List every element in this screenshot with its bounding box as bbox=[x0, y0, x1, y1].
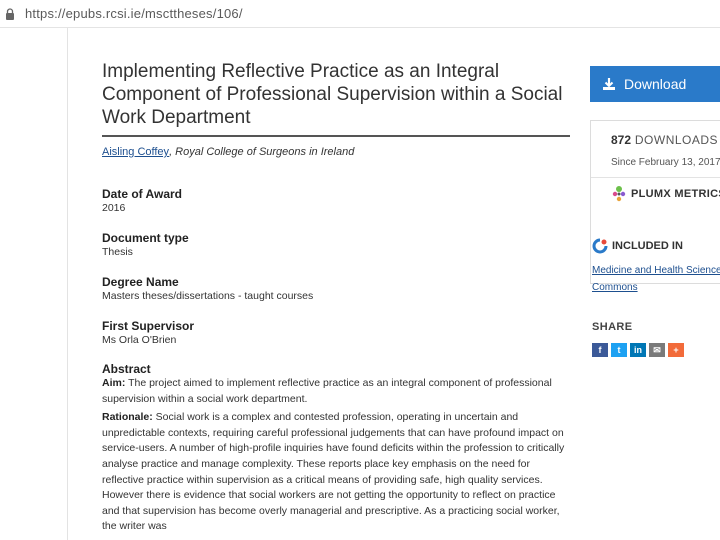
metrics-box: 872 DOWNLOADS Since February 13, 2017 PL… bbox=[590, 120, 720, 284]
download-button[interactable]: Download bbox=[590, 66, 720, 102]
twitter-icon[interactable]: t bbox=[611, 343, 627, 357]
download-count-number: 872 bbox=[611, 133, 632, 147]
page-divider bbox=[67, 28, 68, 540]
field-document-type: Document type Thesis bbox=[102, 231, 572, 259]
more-share-icon[interactable]: + bbox=[668, 343, 684, 357]
included-in-heading: INCLUDED IN bbox=[592, 238, 683, 254]
rationale-text: Social work is a complex and contested p… bbox=[102, 411, 565, 533]
page-title: Implementing Reflective Practice as an I… bbox=[102, 61, 563, 128]
field-value: Ms Orla O'Brien bbox=[102, 334, 177, 346]
abstract-section: Abstract Aim: The project aimed to imple… bbox=[102, 362, 570, 535]
field-value: Thesis bbox=[102, 246, 133, 258]
download-count-label: DOWNLOADS bbox=[634, 133, 719, 147]
included-link-medicine[interactable]: Medicine and Health Sciences bbox=[592, 265, 720, 276]
download-icon bbox=[603, 78, 615, 90]
included-link-commons[interactable]: Commons bbox=[592, 282, 638, 293]
rationale-label: Rationale: bbox=[102, 411, 153, 424]
title-divider bbox=[102, 135, 570, 137]
download-label: Download bbox=[624, 76, 687, 92]
field-label: Document type bbox=[102, 231, 189, 245]
email-icon[interactable]: ✉ bbox=[649, 343, 665, 357]
field-label: First Supervisor bbox=[102, 319, 195, 333]
main-content: Implementing Reflective Practice as an I… bbox=[102, 60, 572, 532]
linkedin-icon[interactable]: in bbox=[630, 343, 646, 357]
share-heading: SHARE bbox=[592, 321, 633, 333]
network-icon bbox=[592, 238, 608, 254]
author-link[interactable]: Aisling Coffey bbox=[102, 146, 169, 158]
field-first-supervisor: First Supervisor Ms Orla O'Brien bbox=[102, 319, 572, 347]
url-text[interactable]: https://epubs.rcsi.ie/mscttheses/106/ bbox=[25, 6, 243, 21]
since-date: Since February 13, 2017 bbox=[611, 157, 720, 168]
plumx-metrics-link[interactable]: PLUMX METRICS bbox=[611, 185, 720, 203]
abstract-rationale: Rationale: Social work is a complex and … bbox=[102, 410, 570, 535]
aim-label: Aim: bbox=[102, 377, 126, 389]
plumx-label: PLUMX METRICS bbox=[631, 188, 720, 200]
field-label: Date of Award bbox=[102, 187, 183, 201]
metrics-divider bbox=[591, 177, 720, 178]
abstract-heading: Abstract bbox=[102, 362, 151, 376]
author-affiliation: , Royal College of Surgeons in Ireland bbox=[169, 146, 355, 158]
included-in-label: INCLUDED IN bbox=[612, 240, 683, 252]
field-date-of-award: Date of Award 2016 bbox=[102, 187, 572, 215]
browser-address-bar[interactable]: https://epubs.rcsi.ie/mscttheses/106/ bbox=[0, 0, 720, 28]
field-degree-name: Degree Name Masters theses/dissertations… bbox=[102, 275, 572, 303]
download-count: 872 DOWNLOADS bbox=[611, 133, 718, 147]
abstract-aim: Aim: The project aimed to implement refl… bbox=[102, 376, 570, 407]
byline: Aisling Coffey, Royal College of Surgeon… bbox=[102, 146, 354, 158]
lock-icon bbox=[6, 8, 14, 20]
plumx-icon bbox=[612, 186, 626, 202]
field-label: Degree Name bbox=[102, 275, 179, 289]
field-value: 2016 bbox=[102, 202, 126, 214]
facebook-icon[interactable]: f bbox=[592, 343, 608, 357]
aim-text: The project aimed to implement reflectiv… bbox=[102, 377, 552, 405]
share-icons: f t in ✉ + bbox=[592, 343, 684, 357]
field-value: Masters theses/dissertations - taught co… bbox=[102, 290, 314, 302]
